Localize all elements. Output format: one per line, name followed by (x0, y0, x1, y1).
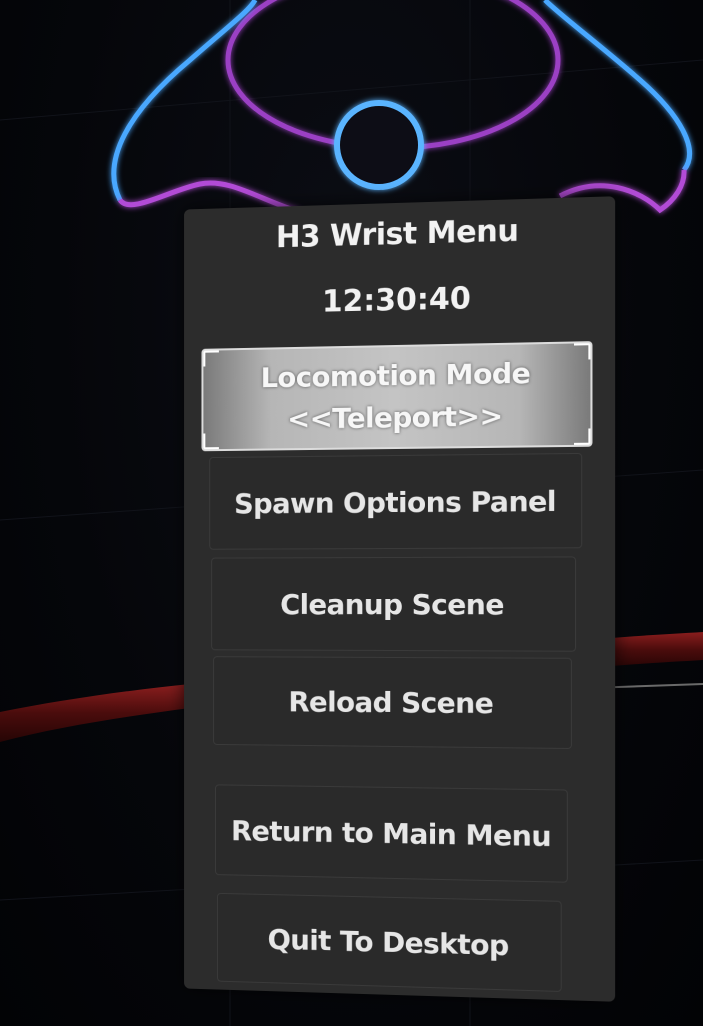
menu-title: H3 Wrist Menu (275, 213, 519, 256)
rail-left (0, 684, 190, 742)
selection-corner-tr (573, 341, 593, 360)
cleanup-scene-label: Cleanup Scene (280, 587, 504, 621)
locomotion-mode-label: Locomotion Mode (260, 356, 531, 395)
spawn-options-panel-button[interactable]: Spawn Options Panel (209, 452, 583, 550)
selection-corner-tl (201, 348, 219, 367)
reload-scene-button[interactable]: Reload Scene (213, 656, 572, 750)
locomotion-mode-value: <<Teleport>> (287, 399, 503, 436)
quit-to-desktop-button[interactable]: Quit To Desktop (216, 892, 562, 992)
selection-corner-bl (201, 433, 219, 452)
return-to-main-menu-button[interactable]: Return to Main Menu (215, 784, 568, 883)
vr-controller-hub-icon (334, 100, 424, 190)
locomotion-mode-button[interactable]: Locomotion Mode <<Teleport>> (201, 341, 593, 452)
reload-scene-label: Reload Scene (288, 684, 494, 720)
quit-to-desktop-label: Quit To Desktop (267, 922, 509, 962)
spawn-options-panel-label: Spawn Options Panel (234, 484, 557, 520)
vr-scene: H3 Wrist Menu 12:30:40 Locomotion Mode <… (0, 0, 703, 1026)
selection-corner-br (573, 428, 593, 447)
return-to-main-menu-label: Return to Main Menu (231, 813, 552, 853)
cleanup-scene-button[interactable]: Cleanup Scene (211, 556, 577, 652)
menu-clock: 12:30:40 (321, 281, 471, 320)
wrist-menu-panel: H3 Wrist Menu 12:30:40 Locomotion Mode <… (184, 196, 616, 1002)
